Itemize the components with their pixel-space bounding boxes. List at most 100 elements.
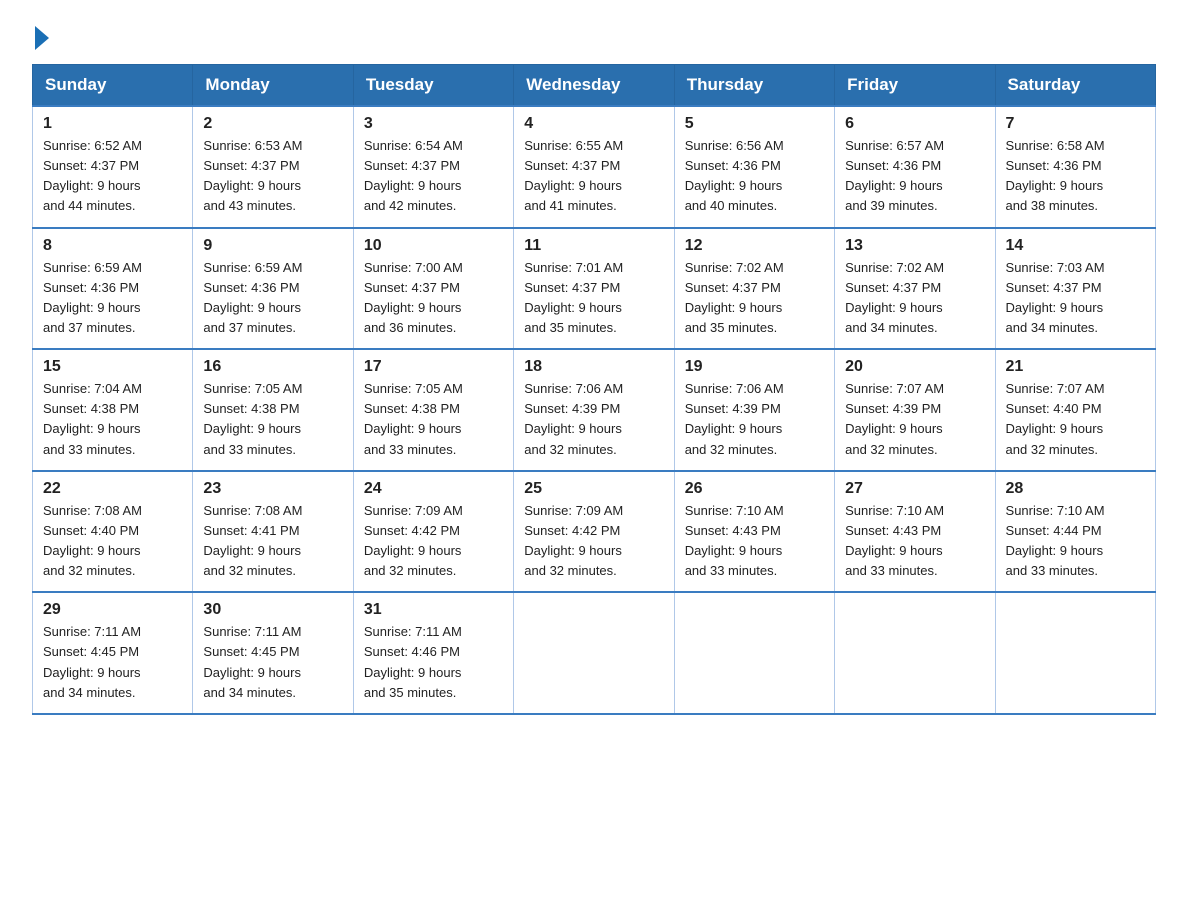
calendar-cell: 16 Sunrise: 7:05 AMSunset: 4:38 PMDaylig… [193, 349, 353, 471]
calendar-cell: 25 Sunrise: 7:09 AMSunset: 4:42 PMDaylig… [514, 471, 674, 593]
day-info: Sunrise: 7:11 AMSunset: 4:46 PMDaylight:… [364, 624, 462, 699]
day-number: 5 [685, 115, 824, 133]
calendar-cell: 17 Sunrise: 7:05 AMSunset: 4:38 PMDaylig… [353, 349, 513, 471]
page-header [32, 24, 1156, 46]
calendar-cell: 29 Sunrise: 7:11 AMSunset: 4:45 PMDaylig… [33, 592, 193, 714]
calendar-cell: 27 Sunrise: 7:10 AMSunset: 4:43 PMDaylig… [835, 471, 995, 593]
day-number: 2 [203, 115, 342, 133]
calendar-week-row: 1 Sunrise: 6:52 AMSunset: 4:37 PMDayligh… [33, 106, 1156, 228]
column-header-saturday: Saturday [995, 65, 1155, 107]
calendar-cell: 18 Sunrise: 7:06 AMSunset: 4:39 PMDaylig… [514, 349, 674, 471]
day-number: 14 [1006, 237, 1145, 255]
day-number: 21 [1006, 358, 1145, 376]
day-info: Sunrise: 7:08 AMSunset: 4:41 PMDaylight:… [203, 503, 302, 578]
calendar-cell: 20 Sunrise: 7:07 AMSunset: 4:39 PMDaylig… [835, 349, 995, 471]
day-number: 18 [524, 358, 663, 376]
day-number: 30 [203, 601, 342, 619]
day-number: 1 [43, 115, 182, 133]
calendar-cell: 22 Sunrise: 7:08 AMSunset: 4:40 PMDaylig… [33, 471, 193, 593]
calendar-week-row: 15 Sunrise: 7:04 AMSunset: 4:38 PMDaylig… [33, 349, 1156, 471]
day-info: Sunrise: 6:59 AMSunset: 4:36 PMDaylight:… [43, 260, 142, 335]
day-number: 6 [845, 115, 984, 133]
day-number: 20 [845, 358, 984, 376]
day-info: Sunrise: 6:55 AMSunset: 4:37 PMDaylight:… [524, 138, 623, 213]
calendar-header-row: SundayMondayTuesdayWednesdayThursdayFrid… [33, 65, 1156, 107]
day-info: Sunrise: 6:54 AMSunset: 4:37 PMDaylight:… [364, 138, 463, 213]
day-number: 16 [203, 358, 342, 376]
day-number: 10 [364, 237, 503, 255]
calendar-cell [514, 592, 674, 714]
calendar-cell: 14 Sunrise: 7:03 AMSunset: 4:37 PMDaylig… [995, 228, 1155, 350]
calendar-cell: 24 Sunrise: 7:09 AMSunset: 4:42 PMDaylig… [353, 471, 513, 593]
calendar-cell [674, 592, 834, 714]
day-info: Sunrise: 6:56 AMSunset: 4:36 PMDaylight:… [685, 138, 784, 213]
day-number: 8 [43, 237, 182, 255]
calendar-week-row: 22 Sunrise: 7:08 AMSunset: 4:40 PMDaylig… [33, 471, 1156, 593]
day-info: Sunrise: 7:09 AMSunset: 4:42 PMDaylight:… [364, 503, 463, 578]
day-number: 7 [1006, 115, 1145, 133]
day-number: 28 [1006, 480, 1145, 498]
calendar-cell: 21 Sunrise: 7:07 AMSunset: 4:40 PMDaylig… [995, 349, 1155, 471]
calendar-cell: 31 Sunrise: 7:11 AMSunset: 4:46 PMDaylig… [353, 592, 513, 714]
day-info: Sunrise: 7:06 AMSunset: 4:39 PMDaylight:… [685, 381, 784, 456]
column-header-thursday: Thursday [674, 65, 834, 107]
calendar-cell: 26 Sunrise: 7:10 AMSunset: 4:43 PMDaylig… [674, 471, 834, 593]
calendar-cell: 4 Sunrise: 6:55 AMSunset: 4:37 PMDayligh… [514, 106, 674, 228]
column-header-sunday: Sunday [33, 65, 193, 107]
day-number: 26 [685, 480, 824, 498]
day-info: Sunrise: 7:07 AMSunset: 4:39 PMDaylight:… [845, 381, 944, 456]
calendar-cell: 15 Sunrise: 7:04 AMSunset: 4:38 PMDaylig… [33, 349, 193, 471]
day-number: 27 [845, 480, 984, 498]
calendar-cell: 7 Sunrise: 6:58 AMSunset: 4:36 PMDayligh… [995, 106, 1155, 228]
day-info: Sunrise: 7:10 AMSunset: 4:43 PMDaylight:… [845, 503, 944, 578]
calendar-cell [995, 592, 1155, 714]
calendar-cell: 6 Sunrise: 6:57 AMSunset: 4:36 PMDayligh… [835, 106, 995, 228]
day-number: 11 [524, 237, 663, 255]
calendar-cell: 9 Sunrise: 6:59 AMSunset: 4:36 PMDayligh… [193, 228, 353, 350]
calendar-table: SundayMondayTuesdayWednesdayThursdayFrid… [32, 64, 1156, 715]
calendar-cell: 1 Sunrise: 6:52 AMSunset: 4:37 PMDayligh… [33, 106, 193, 228]
day-number: 31 [364, 601, 503, 619]
calendar-cell: 5 Sunrise: 6:56 AMSunset: 4:36 PMDayligh… [674, 106, 834, 228]
day-number: 4 [524, 115, 663, 133]
day-number: 24 [364, 480, 503, 498]
calendar-cell: 2 Sunrise: 6:53 AMSunset: 4:37 PMDayligh… [193, 106, 353, 228]
calendar-cell [835, 592, 995, 714]
calendar-cell: 10 Sunrise: 7:00 AMSunset: 4:37 PMDaylig… [353, 228, 513, 350]
day-number: 29 [43, 601, 182, 619]
day-info: Sunrise: 7:09 AMSunset: 4:42 PMDaylight:… [524, 503, 623, 578]
day-info: Sunrise: 7:03 AMSunset: 4:37 PMDaylight:… [1006, 260, 1105, 335]
calendar-cell: 23 Sunrise: 7:08 AMSunset: 4:41 PMDaylig… [193, 471, 353, 593]
day-number: 23 [203, 480, 342, 498]
day-info: Sunrise: 6:59 AMSunset: 4:36 PMDaylight:… [203, 260, 302, 335]
day-number: 13 [845, 237, 984, 255]
day-number: 17 [364, 358, 503, 376]
day-info: Sunrise: 6:57 AMSunset: 4:36 PMDaylight:… [845, 138, 944, 213]
calendar-cell: 13 Sunrise: 7:02 AMSunset: 4:37 PMDaylig… [835, 228, 995, 350]
day-info: Sunrise: 7:05 AMSunset: 4:38 PMDaylight:… [203, 381, 302, 456]
calendar-cell: 12 Sunrise: 7:02 AMSunset: 4:37 PMDaylig… [674, 228, 834, 350]
calendar-week-row: 8 Sunrise: 6:59 AMSunset: 4:36 PMDayligh… [33, 228, 1156, 350]
calendar-cell: 11 Sunrise: 7:01 AMSunset: 4:37 PMDaylig… [514, 228, 674, 350]
day-info: Sunrise: 6:53 AMSunset: 4:37 PMDaylight:… [203, 138, 302, 213]
logo [32, 24, 49, 46]
calendar-cell: 8 Sunrise: 6:59 AMSunset: 4:36 PMDayligh… [33, 228, 193, 350]
day-number: 12 [685, 237, 824, 255]
day-number: 3 [364, 115, 503, 133]
day-info: Sunrise: 6:58 AMSunset: 4:36 PMDaylight:… [1006, 138, 1105, 213]
day-number: 22 [43, 480, 182, 498]
day-info: Sunrise: 7:00 AMSunset: 4:37 PMDaylight:… [364, 260, 463, 335]
day-info: Sunrise: 7:08 AMSunset: 4:40 PMDaylight:… [43, 503, 142, 578]
day-info: Sunrise: 7:11 AMSunset: 4:45 PMDaylight:… [203, 624, 301, 699]
day-number: 25 [524, 480, 663, 498]
day-info: Sunrise: 7:10 AMSunset: 4:44 PMDaylight:… [1006, 503, 1105, 578]
calendar-week-row: 29 Sunrise: 7:11 AMSunset: 4:45 PMDaylig… [33, 592, 1156, 714]
day-number: 9 [203, 237, 342, 255]
day-info: Sunrise: 6:52 AMSunset: 4:37 PMDaylight:… [43, 138, 142, 213]
day-info: Sunrise: 7:07 AMSunset: 4:40 PMDaylight:… [1006, 381, 1105, 456]
column-header-tuesday: Tuesday [353, 65, 513, 107]
calendar-cell: 30 Sunrise: 7:11 AMSunset: 4:45 PMDaylig… [193, 592, 353, 714]
column-header-monday: Monday [193, 65, 353, 107]
day-info: Sunrise: 7:05 AMSunset: 4:38 PMDaylight:… [364, 381, 463, 456]
day-info: Sunrise: 7:01 AMSunset: 4:37 PMDaylight:… [524, 260, 623, 335]
